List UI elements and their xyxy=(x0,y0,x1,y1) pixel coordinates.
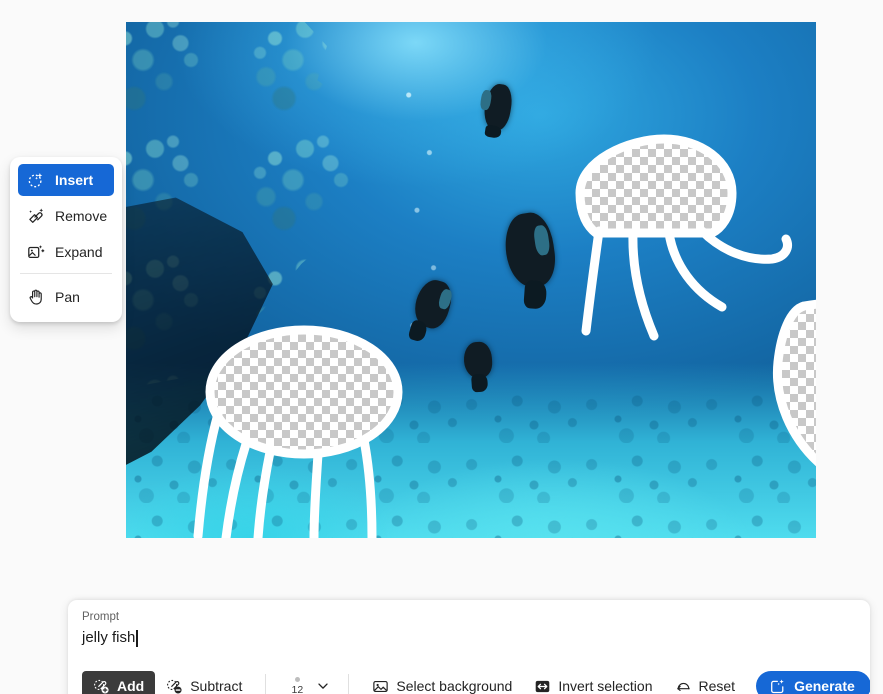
invert-selection-label: Invert selection xyxy=(558,678,653,694)
select-background-label: Select background xyxy=(396,678,513,694)
text-caret xyxy=(136,629,138,647)
prompt-label: Prompt xyxy=(82,611,120,623)
tool-item-expand[interactable]: Expand xyxy=(18,236,114,268)
tool-item-label: Expand xyxy=(55,244,103,260)
prompt-value: jelly fish xyxy=(82,629,136,646)
action-divider-2 xyxy=(348,674,350,694)
generate-sparkle-icon xyxy=(769,678,786,694)
eraser-sparkle-icon xyxy=(27,207,45,225)
tool-panel-divider xyxy=(20,273,112,274)
select-background-button[interactable]: Select background xyxy=(361,671,523,694)
reset-button[interactable]: Reset xyxy=(664,671,747,694)
app-root: Insert Remove Expand Pan Prompt jelly fi… xyxy=(0,0,883,694)
tool-item-insert[interactable]: Insert xyxy=(18,164,114,196)
brush-size-value: 12 xyxy=(291,683,304,694)
chevron-down-icon xyxy=(316,679,330,693)
brush-subtract-icon xyxy=(166,678,183,694)
subtract-button[interactable]: Subtract xyxy=(155,671,253,694)
expand-image-icon xyxy=(27,243,45,261)
add-button-label: Add xyxy=(117,678,145,694)
image-icon xyxy=(372,678,389,694)
prompt-input[interactable]: jelly fish xyxy=(82,626,856,650)
image-canvas[interactable] xyxy=(126,22,816,538)
invert-arrows-icon xyxy=(534,678,551,694)
reset-button-label: Reset xyxy=(698,678,736,694)
prompt-panel: Prompt jelly fish Add Subtract 12 Select… xyxy=(68,600,870,694)
reset-arrow-icon xyxy=(675,678,692,694)
tool-item-label: Insert xyxy=(55,172,94,188)
subtract-button-label: Subtract xyxy=(190,678,243,694)
action-bar: Add Subtract 12 Select background Invert… xyxy=(68,662,870,694)
tool-item-remove[interactable]: Remove xyxy=(18,200,114,232)
tool-panel: Insert Remove Expand Pan xyxy=(10,157,122,322)
tool-item-label: Remove xyxy=(55,208,108,224)
insert-sparkle-icon xyxy=(27,171,45,189)
brush-size-selector[interactable]: 12 xyxy=(278,669,336,694)
brush-size-preview: 12 xyxy=(284,676,310,694)
invert-selection-button[interactable]: Invert selection xyxy=(523,671,663,694)
generate-button[interactable]: Generate xyxy=(756,671,870,694)
brush-dot-icon xyxy=(294,676,300,682)
add-button[interactable]: Add xyxy=(82,671,156,694)
tool-item-pan[interactable]: Pan xyxy=(18,281,114,313)
brush-add-icon xyxy=(93,678,110,694)
action-divider-1 xyxy=(265,674,267,694)
sea-floor-texture xyxy=(126,383,816,538)
generate-button-label: Generate xyxy=(794,678,855,694)
hand-pan-icon xyxy=(27,288,45,306)
underwater-photo xyxy=(126,22,816,538)
tool-item-label: Pan xyxy=(55,289,80,305)
